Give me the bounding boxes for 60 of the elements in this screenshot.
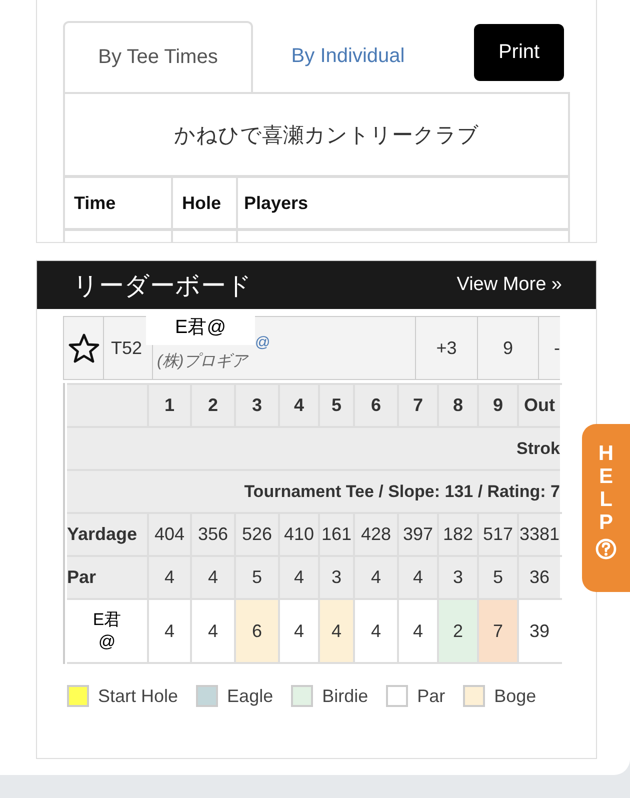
legend-label: Par	[417, 686, 446, 706]
legend-label: Birdie	[322, 686, 368, 706]
score-cell: 7	[477, 600, 517, 662]
par-cell: 5	[234, 557, 278, 598]
company-name: (株)プロギア	[157, 352, 248, 372]
yardage-cell: 356	[190, 514, 234, 555]
column-header: Players	[236, 178, 570, 228]
column-header: Hole	[171, 178, 236, 228]
yardage-cell: 428	[353, 514, 397, 555]
row-label: Par	[67, 557, 147, 598]
legend-label: Eagle	[227, 686, 274, 706]
hole-number: 1	[147, 385, 190, 426]
legend-label: Boge	[494, 686, 536, 706]
print-button[interactable]: Print	[474, 24, 564, 81]
par-cell: 4	[190, 557, 234, 598]
par-cell: 3	[437, 557, 477, 598]
par-cell: 3	[318, 557, 353, 598]
hole-number: 5	[318, 385, 353, 426]
hole-number: 4	[278, 385, 318, 426]
yardage-cell: 161	[318, 514, 353, 555]
hole-number: 7	[397, 385, 437, 426]
par-cell: 4	[353, 557, 397, 598]
par-cell: 4	[397, 557, 437, 598]
row-label: Yardage	[67, 514, 147, 555]
star-icon[interactable]	[68, 333, 100, 363]
yardage-cell: 397	[397, 514, 437, 555]
hole-number: 6	[353, 385, 397, 426]
yardage-cell: 410	[278, 514, 318, 555]
course-name: かねひで喜瀬カントリークラブ	[174, 122, 479, 148]
player-name: E君@	[92, 608, 122, 653]
hole-number: 2	[190, 385, 234, 426]
tab[interactable]: By Individual	[253, 21, 443, 92]
help-icon	[595, 538, 617, 560]
yardage-cell: 517	[477, 514, 517, 555]
thru-cell: 9	[477, 317, 538, 379]
par-cell: 4	[278, 557, 318, 598]
par-cell: 4	[147, 557, 190, 598]
yardage-cell: 404	[147, 514, 190, 555]
score-cell: 4	[318, 600, 353, 662]
leaderboard-title: リーダーボード	[73, 270, 252, 302]
hole-number: 9	[477, 385, 517, 426]
hole-number: 3	[234, 385, 278, 426]
hole-number: 8	[437, 385, 477, 426]
par-cell: 36	[517, 557, 560, 598]
yardage-cell: 182	[437, 514, 477, 555]
column-header: Time	[63, 178, 171, 228]
yardage-cell: 526	[234, 514, 278, 555]
score-cell: 6	[234, 600, 278, 662]
view-more-link[interactable]: View More »	[456, 274, 562, 296]
score-cell: +3	[415, 317, 477, 379]
tee-info: Tournament Tee / Slope: 131 / Rating: 7	[67, 469, 560, 512]
player-link[interactable]: @	[255, 334, 270, 351]
hole-number: Out	[517, 385, 560, 426]
yardage-cell: 3381	[517, 514, 560, 555]
table-cell: -	[538, 317, 560, 379]
stroke-label: Strok	[67, 426, 560, 469]
legend-label: Start Hole	[98, 686, 178, 706]
score-cell: 2	[437, 600, 477, 662]
par-cell: 5	[477, 557, 517, 598]
tab[interactable]: By Tee Times	[63, 21, 253, 92]
